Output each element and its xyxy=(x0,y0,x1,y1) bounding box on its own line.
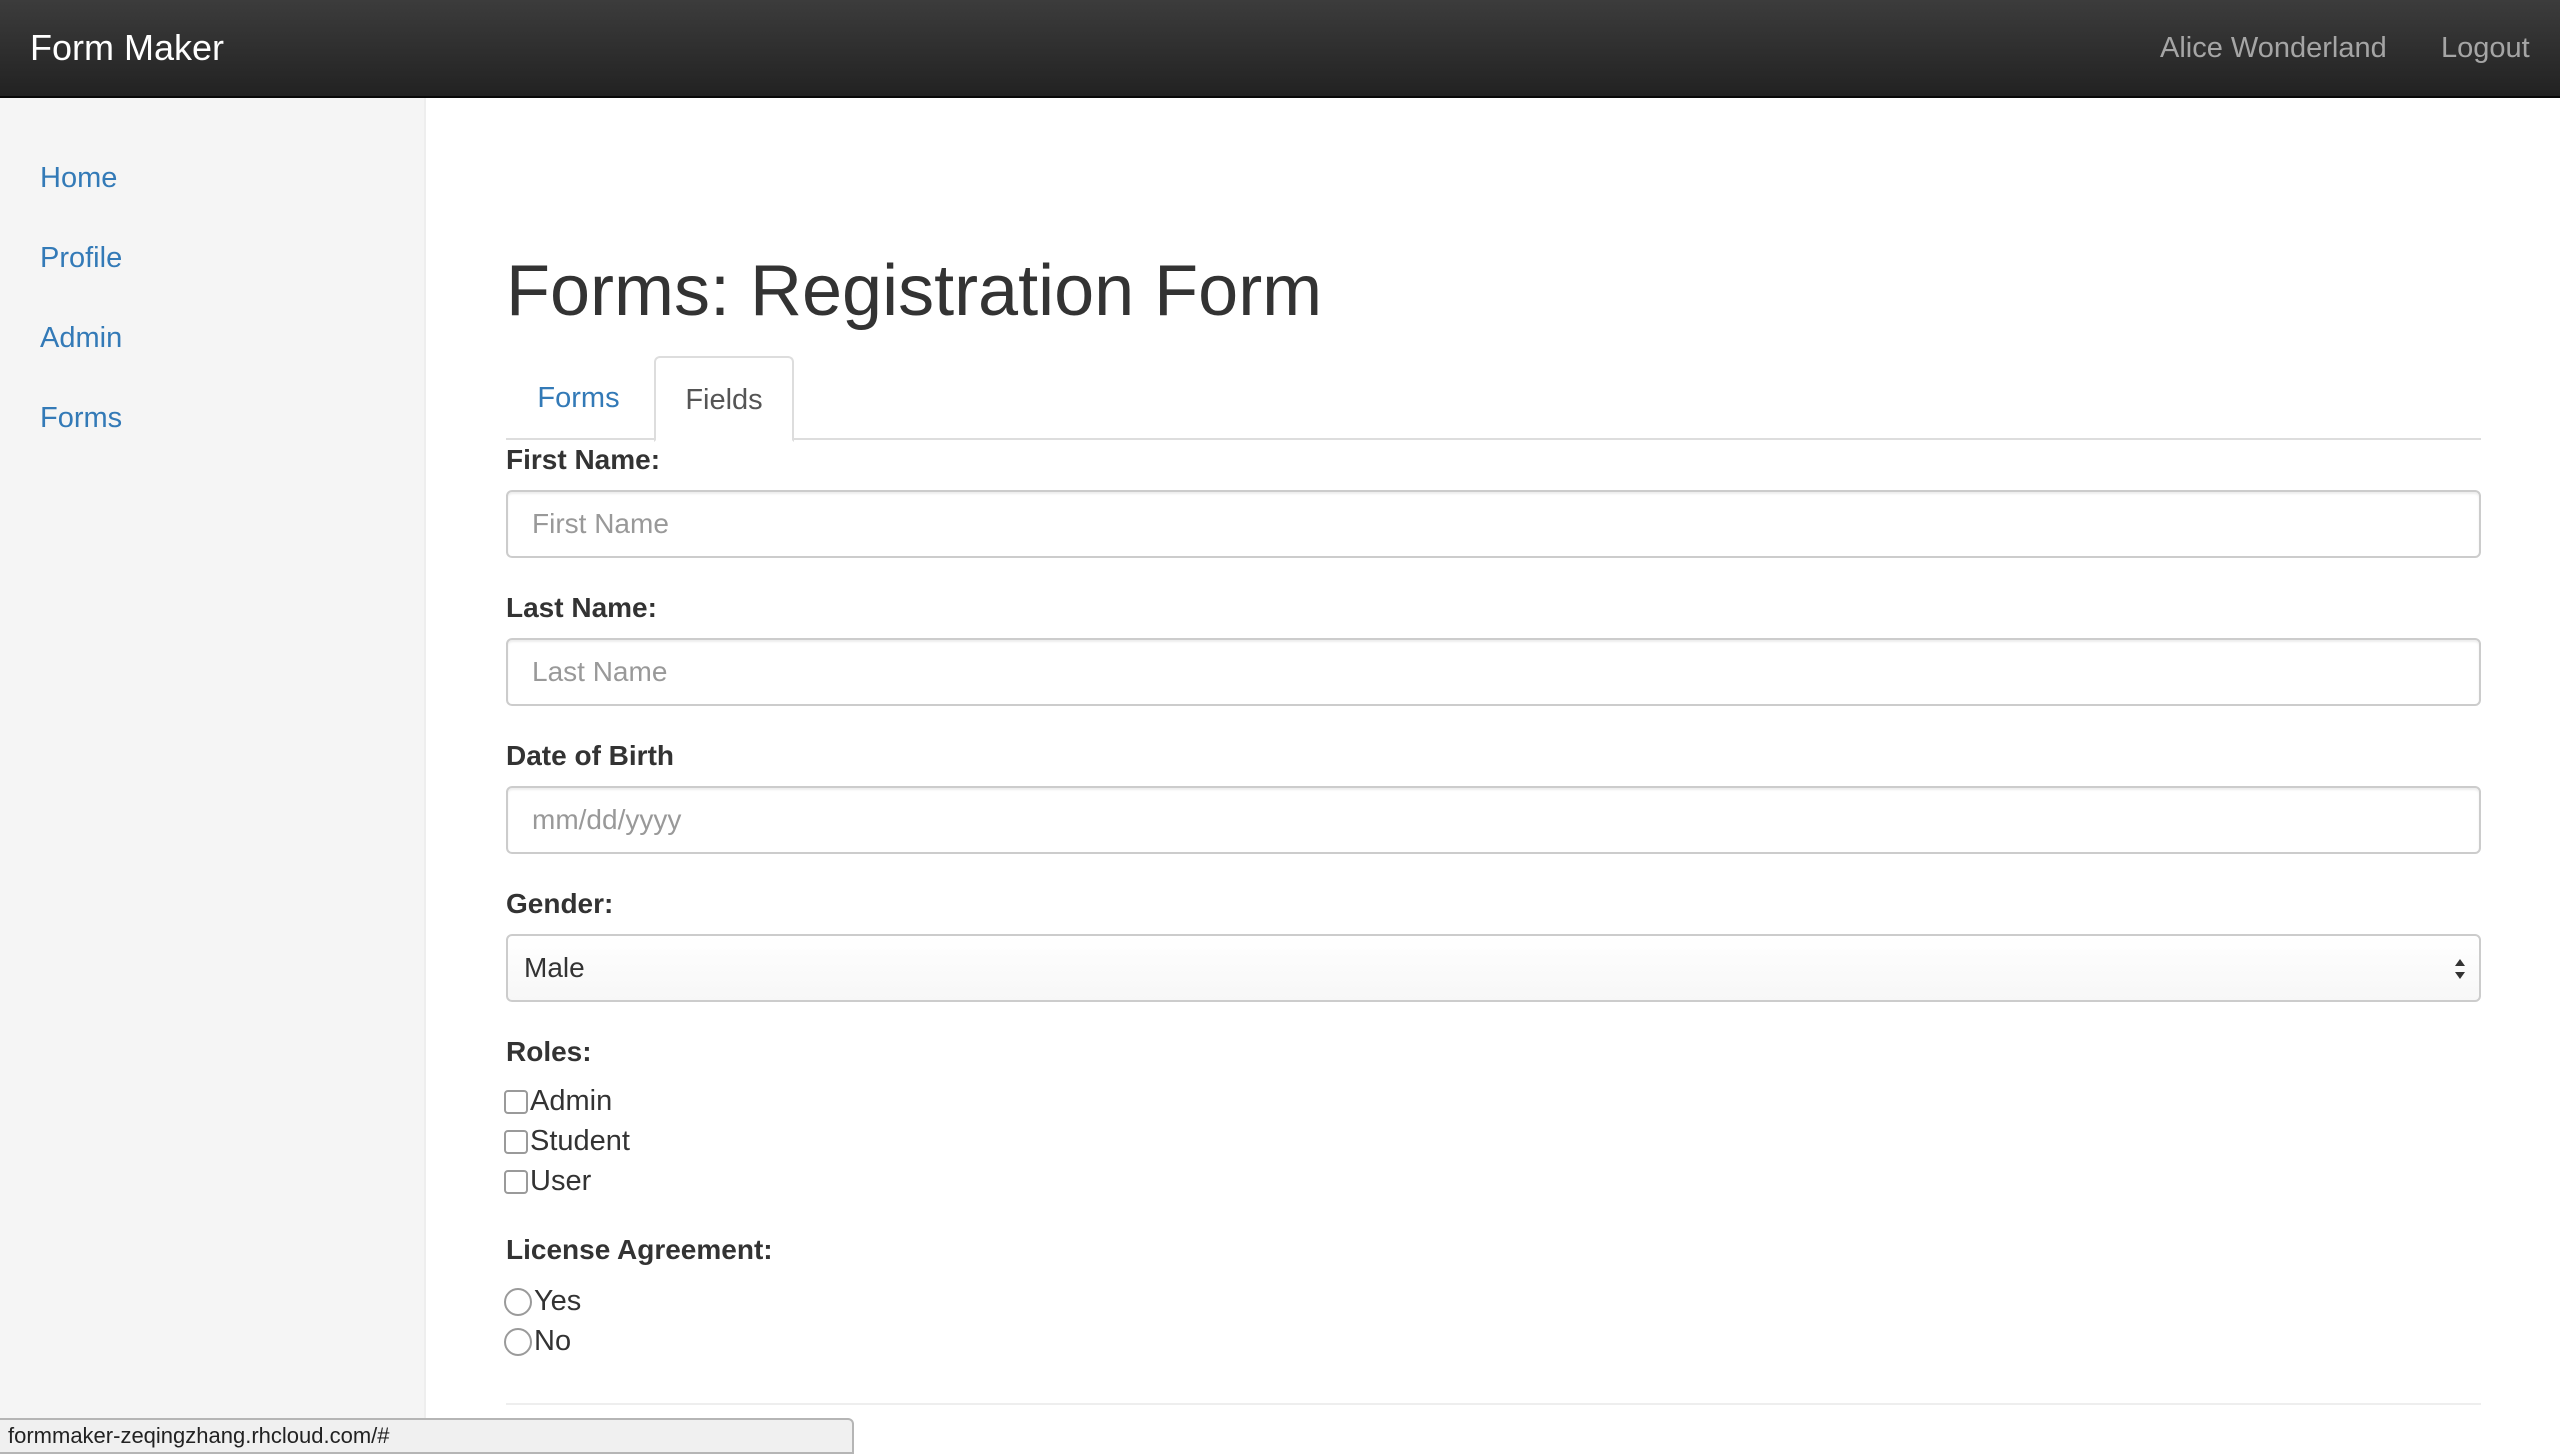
logout-link[interactable]: Logout xyxy=(2441,0,2530,98)
license-no-radio[interactable] xyxy=(504,1327,532,1356)
role-user-label: User xyxy=(530,1165,592,1197)
page-title: Forms: Registration Form xyxy=(506,251,1323,331)
first-name-label: First Name: xyxy=(506,444,661,475)
role-user-option[interactable]: User xyxy=(504,1165,591,1198)
role-student-option[interactable]: Student xyxy=(504,1125,630,1158)
select-arrows-icon xyxy=(2455,959,2465,979)
divider xyxy=(506,1403,2481,1405)
dob-label: Date of Birth xyxy=(506,740,674,771)
last-name-input[interactable] xyxy=(506,638,2481,706)
user-profile-link[interactable]: Alice Wonderland xyxy=(2160,0,2387,98)
license-no-label: No xyxy=(534,1325,572,1357)
brand-link[interactable]: Form Maker xyxy=(30,0,224,98)
role-admin-label: Admin xyxy=(530,1085,613,1117)
role-user-checkbox[interactable] xyxy=(504,1169,528,1194)
role-admin-checkbox[interactable] xyxy=(504,1089,528,1114)
sidebar-item-home[interactable]: Home xyxy=(40,162,117,195)
sidebar-item-admin[interactable]: Admin xyxy=(40,322,122,355)
first-name-input[interactable] xyxy=(506,490,2481,558)
last-name-label: Last Name: xyxy=(506,592,657,623)
tab-fields[interactable]: Fields xyxy=(654,356,794,442)
top-navbar: Form Maker Alice Wonderland Logout xyxy=(0,0,2560,98)
role-student-checkbox[interactable] xyxy=(504,1129,528,1154)
roles-label: Roles: xyxy=(506,1036,592,1067)
license-yes-label: Yes xyxy=(534,1285,582,1317)
sidebar: Home Profile Admin Forms xyxy=(0,98,426,1454)
role-admin-option[interactable]: Admin xyxy=(504,1085,612,1118)
role-student-label: Student xyxy=(530,1125,630,1157)
license-yes-option[interactable]: Yes xyxy=(504,1285,581,1318)
gender-selected-value: Male xyxy=(524,952,585,983)
gender-select[interactable]: Male xyxy=(506,934,2481,1002)
dob-input[interactable] xyxy=(506,786,2481,854)
license-label: License Agreement: xyxy=(506,1234,773,1265)
license-no-option[interactable]: No xyxy=(504,1325,571,1358)
browser-status-bar: formmaker-zeqingzhang.rhcloud.com/# xyxy=(0,1418,854,1454)
tab-forms[interactable]: Forms xyxy=(506,356,651,440)
gender-label: Gender: xyxy=(506,888,614,919)
sidebar-item-forms[interactable]: Forms xyxy=(40,402,122,435)
sidebar-item-profile[interactable]: Profile xyxy=(40,242,122,275)
tab-bar: Forms Fields xyxy=(506,356,2481,442)
license-yes-radio[interactable] xyxy=(504,1287,532,1316)
